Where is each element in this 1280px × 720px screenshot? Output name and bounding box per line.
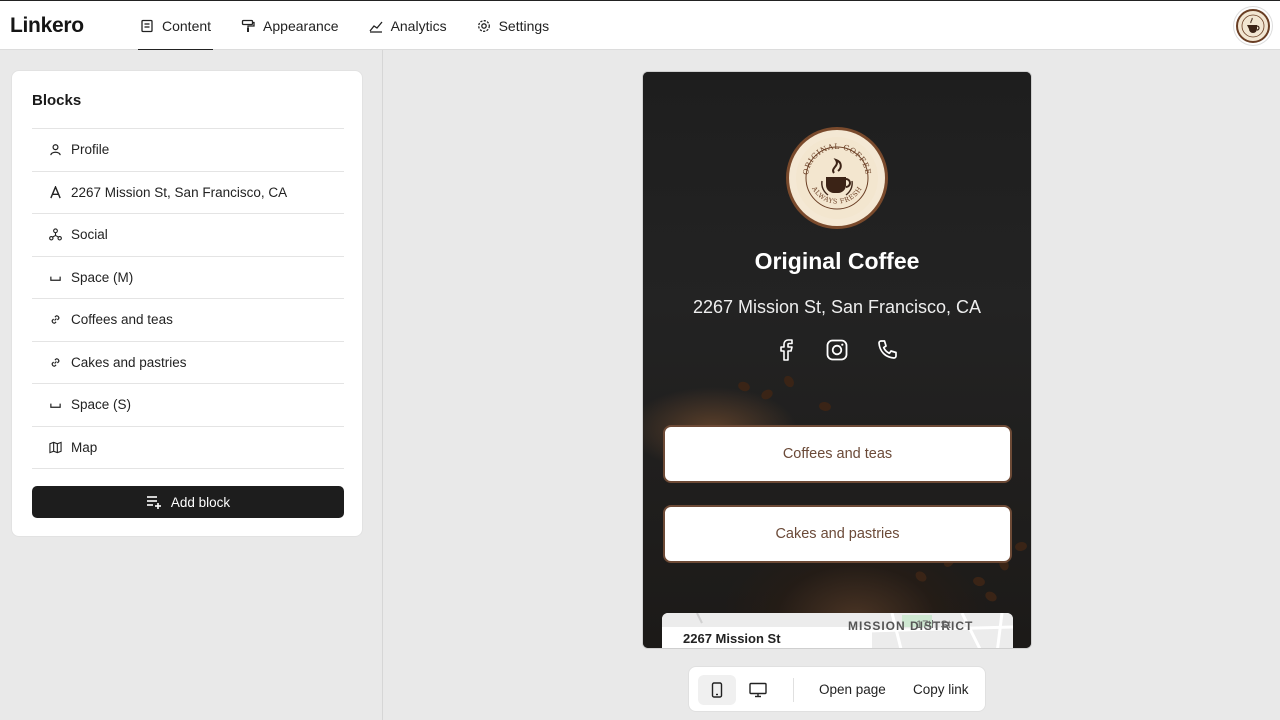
space-icon — [48, 398, 62, 412]
tab-content-label: Content — [162, 17, 212, 34]
link-button-coffees[interactable]: Coffees and teas — [663, 425, 1012, 483]
phone-icon[interactable] — [875, 338, 899, 362]
text-icon — [48, 185, 62, 199]
link-button-cakes[interactable]: Cakes and pastries — [663, 505, 1012, 563]
block-item-address[interactable]: 2267 Mission St, San Francisco, CA — [32, 172, 344, 214]
open-page-button[interactable]: Open page — [819, 682, 886, 697]
block-item-cakes[interactable]: Cakes and pastries — [32, 342, 344, 384]
preview-toolbar: Open page Copy link — [688, 666, 986, 712]
coffee-logo-icon — [1236, 9, 1270, 43]
page-preview: ORIGINAL COFFEE ALWAYS FRESH Original Co… — [642, 71, 1032, 649]
block-item-profile[interactable]: Profile — [32, 129, 344, 172]
map-district-label: MISSION DISTRICT — [848, 619, 974, 633]
add-block-button[interactable]: Add block — [32, 486, 344, 518]
desktop-icon — [749, 682, 767, 698]
brand-logo[interactable]: Linkero — [10, 14, 84, 38]
link-icon — [48, 355, 62, 369]
profile-address: 2267 Mission St, San Francisco, CA — [692, 297, 982, 317]
space-icon — [48, 270, 62, 284]
tab-appearance[interactable]: Appearance — [239, 1, 339, 50]
link-icon — [48, 313, 62, 327]
block-item-label: Space (M) — [71, 269, 134, 285]
add-list-icon — [146, 496, 161, 509]
block-item-space-s[interactable]: Space (S) — [32, 384, 344, 427]
block-item-label: Profile — [71, 142, 110, 158]
paint-roller-icon — [241, 19, 255, 32]
block-item-label: Cakes and pastries — [71, 354, 187, 370]
gear-icon — [477, 19, 490, 32]
map-preview[interactable]: 2267 Mission St MISSION DISTRICT 17th St — [662, 613, 1013, 648]
main-nav: Content Appearance Analytics Settings — [138, 1, 577, 51]
editor-sidebar: Blocks Profile 2267 Mission St, San Fran… — [0, 50, 383, 720]
block-item-map[interactable]: Map — [32, 427, 344, 469]
tab-settings[interactable]: Settings — [475, 1, 550, 50]
map-address-label: 2267 Mission St — [662, 627, 872, 648]
instagram-icon[interactable] — [825, 338, 849, 362]
profile-logo: ORIGINAL COFFEE ALWAYS FRESH — [789, 130, 885, 226]
map-icon — [48, 440, 62, 454]
block-item-label: Coffees and teas — [71, 312, 173, 328]
facebook-icon[interactable] — [775, 338, 799, 362]
profile-name: Original Coffee — [754, 248, 920, 274]
tab-analytics-label: Analytics — [390, 17, 447, 34]
mobile-icon — [711, 682, 723, 698]
block-item-label: Map — [71, 439, 98, 455]
tab-appearance-label: Appearance — [263, 17, 339, 34]
top-bar: Linkero Content Appearance Analytics Set… — [0, 0, 1280, 51]
coffee-cup-logo-icon: ORIGINAL COFFEE ALWAYS FRESH — [796, 137, 878, 219]
block-item-social[interactable]: Social — [32, 214, 344, 257]
user-icon — [48, 143, 62, 157]
tab-analytics[interactable]: Analytics — [367, 1, 447, 50]
share-nodes-icon — [48, 228, 62, 242]
block-item-space-m[interactable]: Space (M) — [32, 257, 344, 299]
block-item-label: Social — [71, 227, 108, 243]
social-links — [643, 338, 1031, 362]
content-icon — [141, 19, 153, 32]
add-block-label: Add block — [170, 494, 231, 510]
block-list: Profile 2267 Mission St, San Francisco, … — [32, 128, 344, 469]
copy-link-button[interactable]: Copy link — [913, 682, 969, 697]
block-item-label: Space (S) — [71, 397, 132, 413]
tab-content[interactable]: Content — [138, 1, 214, 51]
block-item-label: 2267 Mission St, San Francisco, CA — [71, 184, 288, 200]
toolbar-divider — [793, 678, 794, 702]
block-item-coffees[interactable]: Coffees and teas — [32, 299, 344, 342]
blocks-title: Blocks — [32, 92, 82, 109]
tab-settings-label: Settings — [498, 17, 550, 34]
mobile-view-button[interactable] — [698, 675, 736, 705]
chart-icon — [369, 21, 383, 33]
blocks-panel: Blocks Profile 2267 Mission St, San Fran… — [11, 70, 363, 537]
desktop-view-button[interactable] — [739, 675, 777, 705]
avatar[interactable] — [1234, 7, 1272, 45]
map-street-label: 17th St — [916, 619, 951, 631]
